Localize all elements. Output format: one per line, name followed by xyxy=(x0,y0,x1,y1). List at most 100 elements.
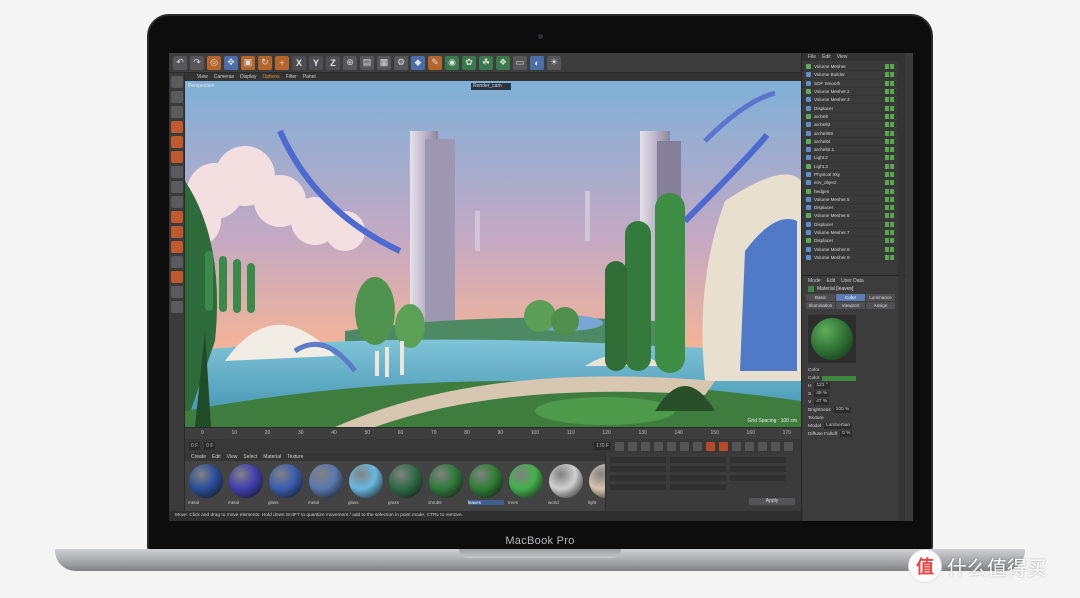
volume-icon[interactable]: ☘ xyxy=(479,55,493,70)
visibility-check-icon[interactable] xyxy=(885,147,899,153)
edge-mode-icon[interactable] xyxy=(171,136,183,148)
texture-mode-icon[interactable] xyxy=(171,106,183,118)
visibility-check-icon[interactable] xyxy=(885,138,899,144)
render-picture-viewer-icon[interactable]: ▦ xyxy=(377,55,391,70)
material-menu-edit[interactable]: Edit xyxy=(212,454,221,460)
polygon-mode-icon[interactable] xyxy=(171,151,183,163)
tab-assign[interactable]: Assign xyxy=(866,302,895,309)
material-item[interactable]: grass xyxy=(388,464,424,508)
visibility-check-icon[interactable] xyxy=(885,238,899,244)
y-axis-lock-icon[interactable]: Y xyxy=(309,55,323,70)
visibility-check-icon[interactable] xyxy=(885,122,899,128)
object-row[interactable]: Volume Builder xyxy=(802,71,905,80)
object-row[interactable]: Volume Mesher.6 xyxy=(802,212,905,221)
rotation-key-icon[interactable] xyxy=(771,441,780,451)
object-row[interactable]: archelt xyxy=(802,113,905,122)
start-frame-field[interactable]: 0 F xyxy=(189,442,201,450)
paint-icon[interactable] xyxy=(171,286,183,298)
visibility-check-icon[interactable] xyxy=(885,196,899,202)
object-menu-view[interactable]: View xyxy=(837,54,848,60)
end-frame-field[interactable]: 170 F xyxy=(594,442,611,450)
cube-icon[interactable]: ◆ xyxy=(411,55,425,70)
point-mode-icon[interactable] xyxy=(171,121,183,133)
object-row[interactable]: Volume Mesher.3 xyxy=(802,96,905,105)
tab-viewport[interactable]: Viewport xyxy=(836,302,865,309)
keyframe-selection-icon[interactable] xyxy=(732,441,741,451)
layout-icon[interactable] xyxy=(171,301,183,313)
tab-illumination[interactable]: Illumination xyxy=(806,302,835,309)
prop-value[interactable]: 121 ° xyxy=(814,383,830,389)
visibility-check-icon[interactable] xyxy=(885,113,899,119)
timeline-options-icon[interactable] xyxy=(784,441,793,451)
material-menu-texture[interactable]: Texture xyxy=(287,454,303,460)
visibility-check-icon[interactable] xyxy=(885,64,899,70)
object-row[interactable]: archelt2 xyxy=(802,121,905,130)
light-icon[interactable]: ☀ xyxy=(547,55,561,70)
model-mode-icon[interactable] xyxy=(171,91,183,103)
object-row[interactable]: Displacer xyxy=(802,221,905,229)
redo-icon[interactable]: ↷ xyxy=(190,55,204,70)
object-row[interactable]: Displacer xyxy=(802,104,905,113)
make-editable-icon[interactable] xyxy=(171,76,183,88)
visibility-check-icon[interactable] xyxy=(885,130,899,136)
perspective-viewport[interactable]: Perspective Render_cam Grid Spacing : 10… xyxy=(185,81,801,427)
material-menu-material[interactable]: Material xyxy=(263,454,281,460)
attr-menu-userdata[interactable]: User Data xyxy=(841,278,864,284)
coord-field[interactable] xyxy=(730,475,786,481)
material-menu-select[interactable]: Select xyxy=(243,454,257,460)
visibility-check-icon[interactable] xyxy=(885,221,899,227)
prop-value[interactable]: Lambertian xyxy=(824,423,853,429)
object-row[interactable]: Displacer xyxy=(802,204,905,213)
coord-field[interactable] xyxy=(670,457,726,463)
object-row[interactable]: Light.3 xyxy=(802,163,905,171)
enable-axis-icon[interactable] xyxy=(171,271,183,283)
object-row[interactable]: SDF Smooth xyxy=(802,80,905,88)
prop-value[interactable]: 47 % xyxy=(814,399,830,405)
menu-display[interactable]: Display xyxy=(240,74,256,80)
prop-value[interactable]: 49 % xyxy=(814,391,830,397)
record-icon[interactable] xyxy=(706,441,715,451)
solo-icon[interactable] xyxy=(171,226,183,238)
locked-workplane-icon[interactable] xyxy=(171,256,183,268)
visibility-check-icon[interactable] xyxy=(885,213,899,219)
coord-field[interactable] xyxy=(670,466,726,472)
visibility-check-icon[interactable] xyxy=(885,97,899,103)
render-settings-icon[interactable]: ⚙ xyxy=(394,55,408,70)
material-item[interactable]: world xyxy=(548,464,584,508)
object-row[interactable]: Volume Mesher.8 xyxy=(802,246,905,254)
move-tool-icon[interactable]: ✥ xyxy=(224,55,238,70)
coord-field[interactable] xyxy=(610,475,666,481)
menu-view[interactable]: View xyxy=(197,74,208,80)
next-key-icon[interactable] xyxy=(680,441,689,451)
apply-button[interactable]: Apply xyxy=(749,498,795,505)
go-to-start-icon[interactable] xyxy=(615,441,624,451)
visibility-check-icon[interactable] xyxy=(885,254,899,260)
pen-icon[interactable]: ✎ xyxy=(428,55,442,70)
camera-object-icon[interactable]: ◐ xyxy=(530,55,544,70)
menu-cameras[interactable]: Cameras xyxy=(214,74,234,80)
next-frame-icon[interactable] xyxy=(667,441,676,451)
visibility-check-icon[interactable] xyxy=(885,230,899,236)
rotate-tool-icon[interactable]: ↻ xyxy=(258,55,272,70)
coord-field[interactable] xyxy=(610,466,666,472)
object-menu-edit[interactable]: Edit xyxy=(822,54,831,60)
floor-icon[interactable]: ▭ xyxy=(513,55,527,70)
material-item[interactable]: leaves xyxy=(468,464,504,508)
material-menu-view[interactable]: View xyxy=(227,454,238,460)
menu-panel[interactable]: Panel xyxy=(303,74,316,80)
object-row[interactable]: Physical Sky xyxy=(802,171,905,180)
subdivision-icon[interactable]: ◉ xyxy=(445,55,459,70)
material-item[interactable]: trees xyxy=(508,464,544,508)
coord-field[interactable] xyxy=(730,466,786,472)
coord-field[interactable] xyxy=(730,457,786,463)
side-tabs[interactable] xyxy=(898,53,905,521)
object-row[interactable]: Volume Mesher.5 xyxy=(802,196,905,205)
z-axis-lock-icon[interactable]: Z xyxy=(326,55,340,70)
autokey-icon[interactable] xyxy=(719,441,728,451)
recent-tool-icon[interactable]: + xyxy=(275,55,289,70)
visibility-check-icon[interactable] xyxy=(885,89,899,95)
scale-key-icon[interactable] xyxy=(758,441,767,451)
sculpt-icon[interactable] xyxy=(171,211,183,223)
material-menu-create[interactable]: Create xyxy=(191,454,206,460)
object-row[interactable]: Light.2 xyxy=(802,154,905,163)
